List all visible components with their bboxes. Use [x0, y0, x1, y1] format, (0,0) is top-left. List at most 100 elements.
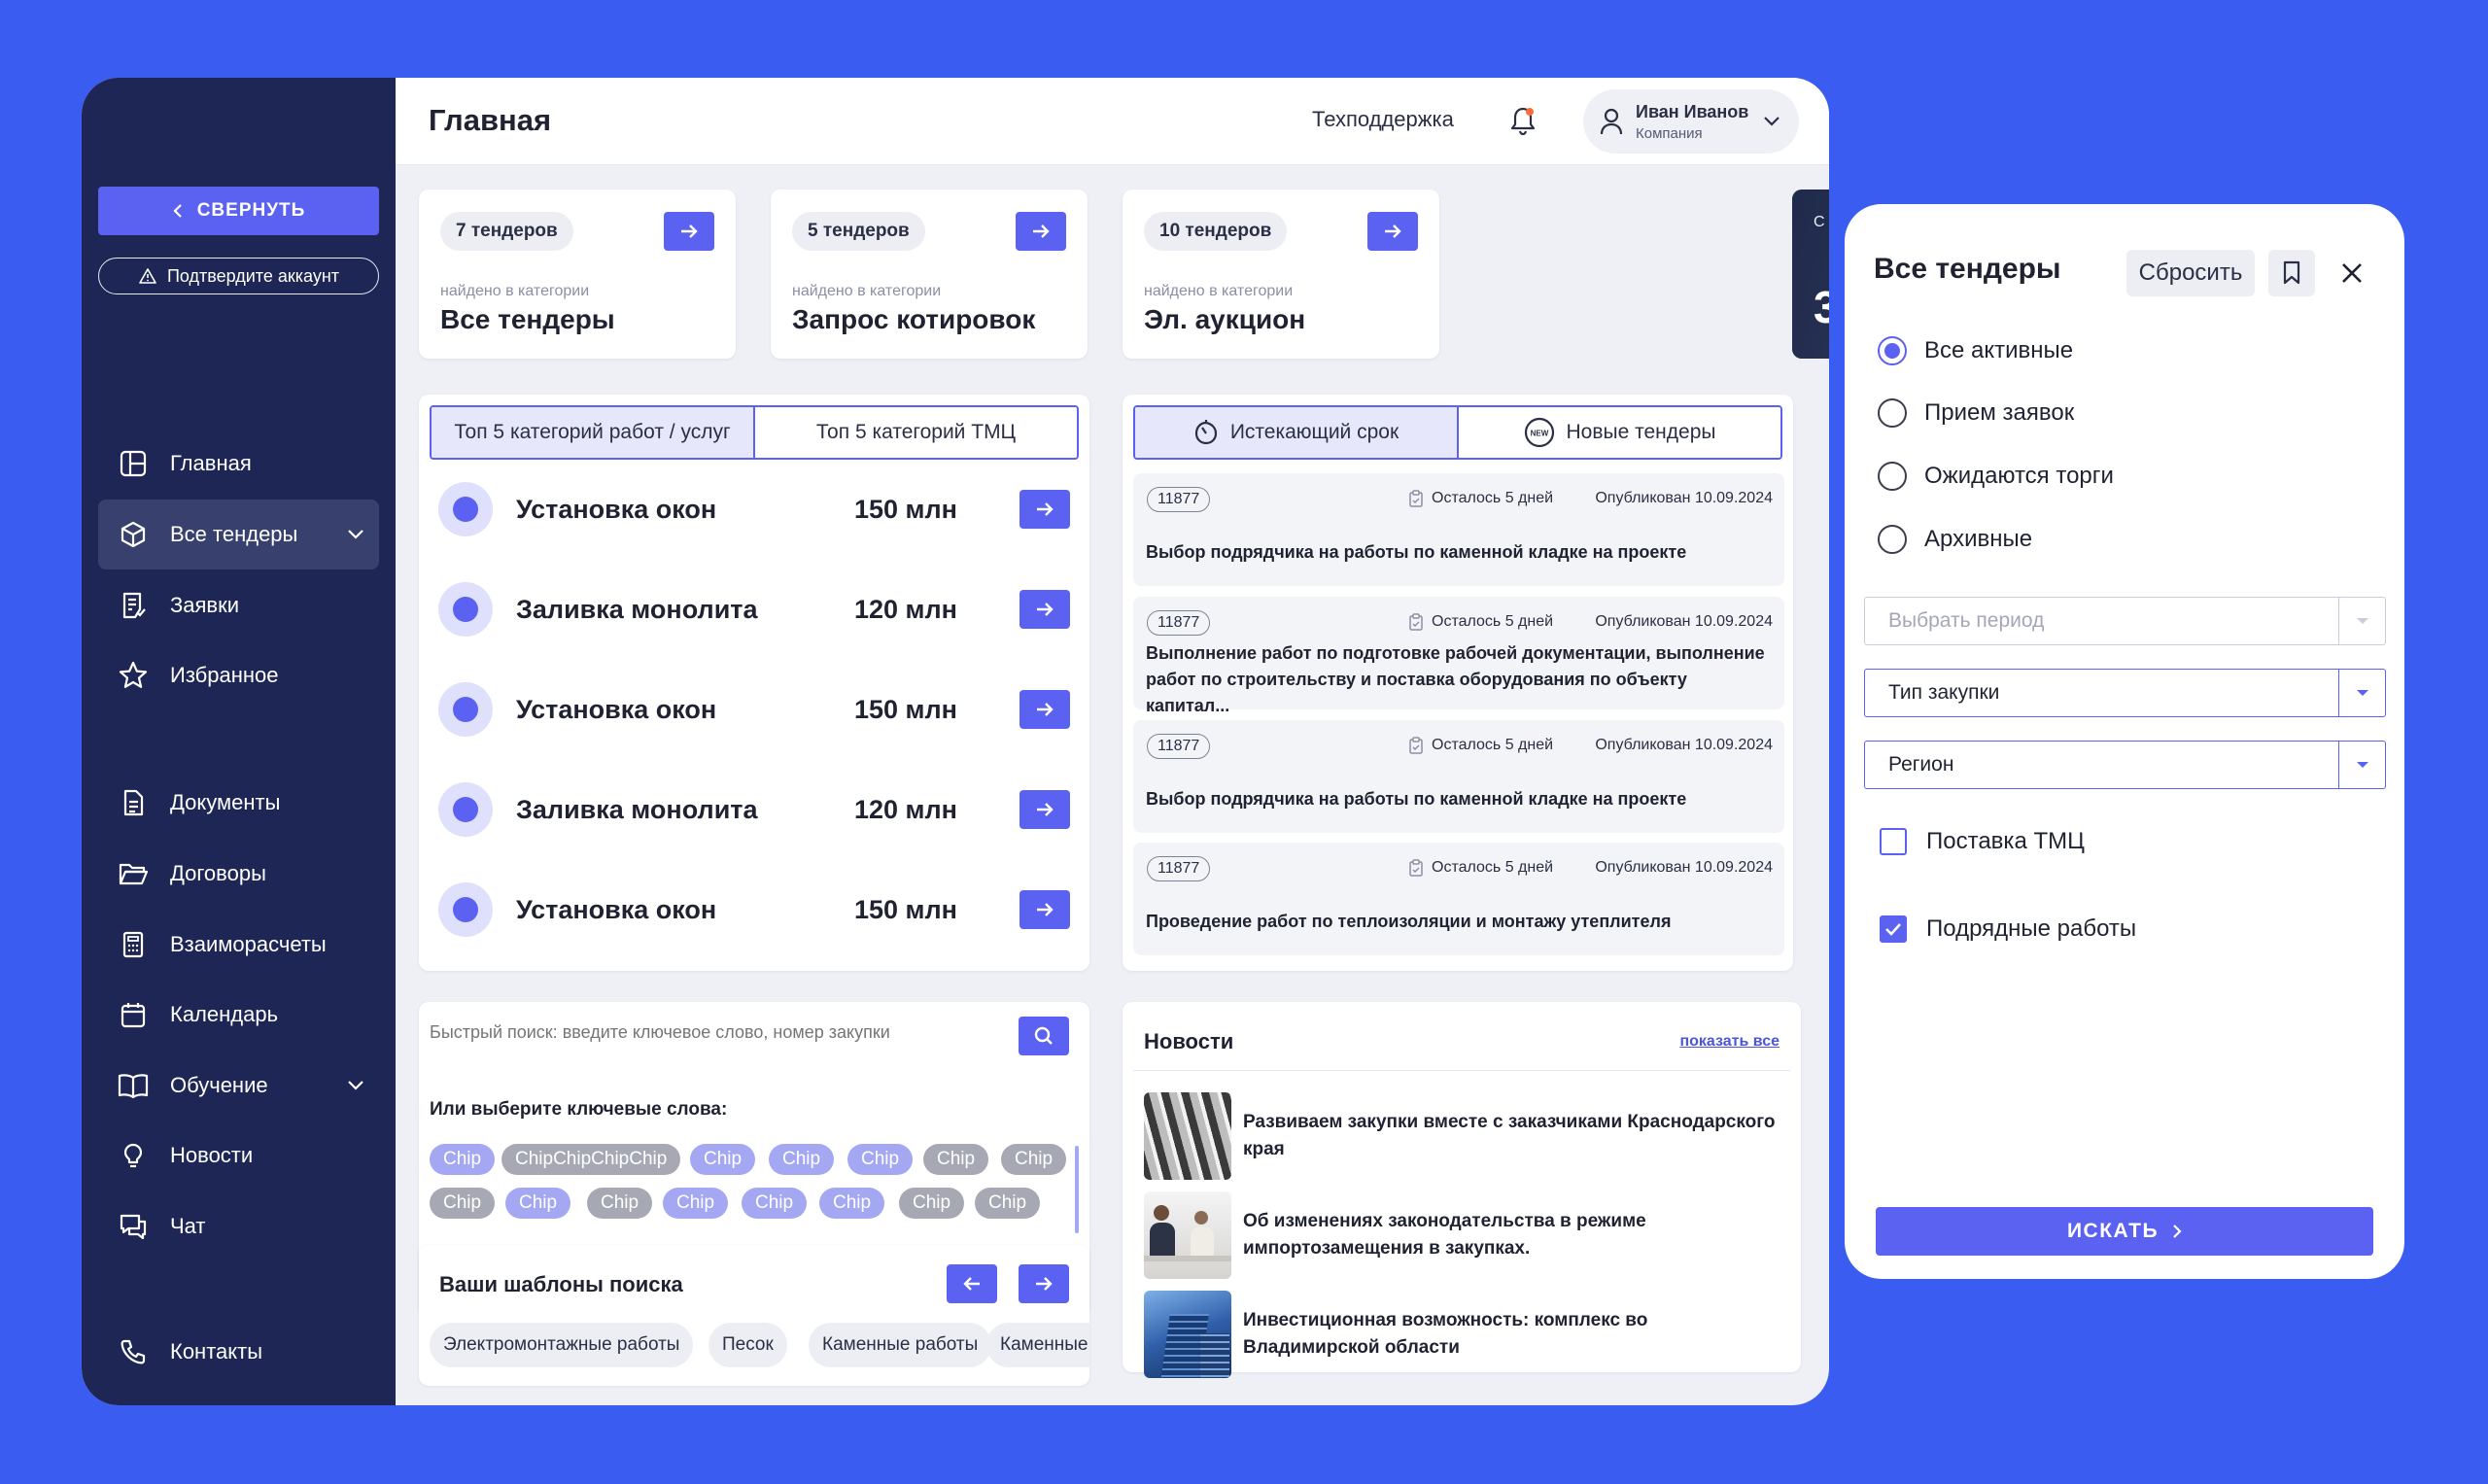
- sidebar-item-all-tenders[interactable]: Все тендеры: [98, 500, 379, 569]
- template-chip[interactable]: Каменные работы: [809, 1323, 992, 1367]
- sidebar-item-label: Заявки: [170, 593, 240, 617]
- checkbox[interactable]: [1880, 915, 1907, 943]
- templates-prev-button[interactable]: [947, 1264, 997, 1303]
- filter-panel: Все тендеры Сбросить Все активные Прием …: [1845, 204, 2404, 1279]
- caret-down-icon: [2356, 690, 2368, 696]
- chips-scrollbar[interactable]: [1075, 1146, 1079, 1233]
- sidebar-item-label: Взаиморасчеты: [170, 932, 327, 956]
- template-chip[interactable]: Каменные работы: [986, 1323, 1089, 1367]
- stat-card-auction[interactable]: 10 тендеров найдено в категории Эл. аукц…: [1123, 190, 1439, 359]
- category-open-button[interactable]: [1019, 690, 1070, 729]
- category-open-button[interactable]: [1019, 890, 1070, 929]
- tender-item[interactable]: 11877 Осталось 5 дней Опубликован 10.09.…: [1133, 720, 1784, 833]
- contract-works-checkbox[interactable]: Подрядные работы: [1880, 915, 2136, 943]
- templates-next-button[interactable]: [1019, 1264, 1069, 1303]
- sidebar-item-documents[interactable]: Документы: [98, 768, 379, 838]
- status-radio-archive[interactable]: Архивные: [1878, 525, 2032, 554]
- tender-title: Выполнение работ по подготовке рабочей д…: [1146, 643, 1765, 715]
- keyword-chip[interactable]: Chip: [430, 1144, 496, 1175]
- tab-top-works[interactable]: Топ 5 категорий работ / услуг: [432, 407, 753, 458]
- template-chip[interactable]: Песок: [708, 1323, 787, 1367]
- goods-supply-checkbox[interactable]: Поставка ТМЦ: [1880, 828, 2085, 855]
- support-link[interactable]: Техподдержка: [1312, 107, 1454, 132]
- radio-button[interactable]: [1878, 462, 1907, 491]
- tab-expiring[interactable]: Истекающий срок: [1135, 407, 1457, 458]
- sidebar-item-applications[interactable]: Заявки: [98, 570, 379, 640]
- category-open-button[interactable]: [1019, 590, 1070, 629]
- keyword-chip[interactable]: Chip: [587, 1188, 653, 1219]
- keyword-chip[interactable]: ChipChipChipChip: [501, 1144, 681, 1175]
- sidebar-item-settlements[interactable]: Взаиморасчеты: [98, 910, 379, 980]
- procurement-type-select[interactable]: Тип закупки: [1864, 669, 2386, 717]
- radio-button[interactable]: [1878, 336, 1907, 365]
- tender-published: Опубликован 10.09.2024: [1595, 613, 1773, 630]
- period-select[interactable]: Выбрать период: [1864, 597, 2386, 645]
- sidebar-item-chat[interactable]: Чат: [98, 1191, 379, 1261]
- checkbox-label: Подрядные работы: [1926, 915, 2137, 942]
- category-open-button[interactable]: [1019, 790, 1070, 829]
- open-all-tenders-button[interactable]: [664, 212, 714, 251]
- sidebar-item-learning[interactable]: Обучение: [98, 1051, 379, 1121]
- region-select[interactable]: Регион: [1864, 741, 2386, 789]
- verify-account-button[interactable]: Подтвердите аккаунт: [98, 258, 379, 294]
- radio-button[interactable]: [1878, 525, 1907, 554]
- tender-item[interactable]: 11877 Осталось 5 дней Опубликован 10.09.…: [1133, 843, 1784, 955]
- search-button-label: ИСКАТЬ: [2066, 1220, 2160, 1242]
- sidebar-item-contacts[interactable]: Контакты: [98, 1317, 379, 1387]
- keyword-chip[interactable]: Chip: [690, 1144, 756, 1175]
- keyword-chip[interactable]: Chip: [430, 1188, 496, 1219]
- tender-item[interactable]: 11877 Осталось 5 дней Опубликован 10.09.…: [1133, 473, 1784, 586]
- stat-card-quotes[interactable]: 5 тендеров найдено в категории Запрос ко…: [771, 190, 1088, 359]
- keyword-chip[interactable]: Chip: [742, 1188, 808, 1219]
- keyword-chip[interactable]: Chip: [663, 1188, 729, 1219]
- news-title: Новости: [1144, 1029, 1234, 1053]
- radio-button[interactable]: [1878, 398, 1907, 428]
- category-name: Установка окон: [516, 894, 717, 924]
- keyword-chip[interactable]: Chip: [899, 1188, 965, 1219]
- keyword-chip[interactable]: Chip: [975, 1188, 1041, 1219]
- keyword-chip[interactable]: Chip: [1001, 1144, 1067, 1175]
- keyword-chip[interactable]: Chip: [769, 1144, 835, 1175]
- search-input[interactable]: [430, 1022, 1013, 1043]
- save-filter-button[interactable]: [2268, 250, 2315, 296]
- tab-new-tenders[interactable]: NEW Новые тендеры: [1457, 407, 1780, 458]
- sidebar-item-calendar[interactable]: Календарь: [98, 980, 379, 1050]
- news-item[interactable]: Развиваем закупки вместе с заказчиками К…: [1144, 1092, 1785, 1180]
- sidebar-item-home[interactable]: Главная: [98, 429, 379, 499]
- keyword-chip[interactable]: Chip: [923, 1144, 989, 1175]
- sidebar-item-favorites[interactable]: Избранное: [98, 640, 379, 710]
- status-radio-active[interactable]: Все активные: [1878, 336, 2073, 365]
- tab-top-goods[interactable]: Топ 5 категорий ТМЦ: [753, 407, 1077, 458]
- collapse-sidebar-button[interactable]: СВЕРНУТЬ: [98, 187, 379, 235]
- open-auction-button[interactable]: [1367, 212, 1418, 251]
- keyword-chip[interactable]: Chip: [505, 1188, 571, 1219]
- reset-button[interactable]: Сбросить: [2126, 250, 2255, 296]
- chat-icon: [120, 1214, 147, 1240]
- user-menu[interactable]: Иван Иванов Компания: [1583, 89, 1799, 154]
- open-quotes-button[interactable]: [1016, 212, 1066, 251]
- keyword-chip[interactable]: Chip: [819, 1188, 885, 1219]
- sidebar-item-contracts[interactable]: Договоры: [98, 839, 379, 909]
- sidebar-item-news[interactable]: Новости: [98, 1121, 379, 1191]
- stat-card-all[interactable]: 7 тендеров найдено в категории Все тенде…: [419, 190, 736, 359]
- apply-search-button[interactable]: ИСКАТЬ: [1876, 1207, 2373, 1256]
- news-item[interactable]: Об изменениях законодательства в режиме …: [1144, 1191, 1785, 1279]
- status-radio-accepting[interactable]: Прием заявок: [1878, 398, 2074, 428]
- news-item[interactable]: Инвестиционная возможность: комплекс во …: [1144, 1291, 1785, 1378]
- category-open-button[interactable]: [1019, 490, 1070, 529]
- search-icon: [1034, 1026, 1053, 1045]
- category-bullet: [438, 782, 493, 837]
- search-button[interactable]: [1019, 1017, 1069, 1055]
- show-all-news-link[interactable]: показать все: [1679, 1033, 1780, 1051]
- template-chip[interactable]: Электромонтажные работы: [430, 1323, 694, 1367]
- chevron-down-icon: [1764, 117, 1780, 126]
- notifications-button[interactable]: [1504, 102, 1541, 139]
- keyword-chip[interactable]: Chip: [847, 1144, 914, 1175]
- status-radio-awaiting[interactable]: Ожидаются торги: [1878, 462, 2114, 491]
- close-filter-button[interactable]: [2332, 254, 2371, 293]
- close-icon: [2342, 263, 2362, 283]
- star-icon: [119, 661, 148, 688]
- checkbox[interactable]: [1880, 828, 1907, 855]
- category-value: 150 млн: [854, 494, 957, 524]
- tender-item[interactable]: 11877 Осталось 5 дней Опубликован 10.09.…: [1133, 597, 1784, 715]
